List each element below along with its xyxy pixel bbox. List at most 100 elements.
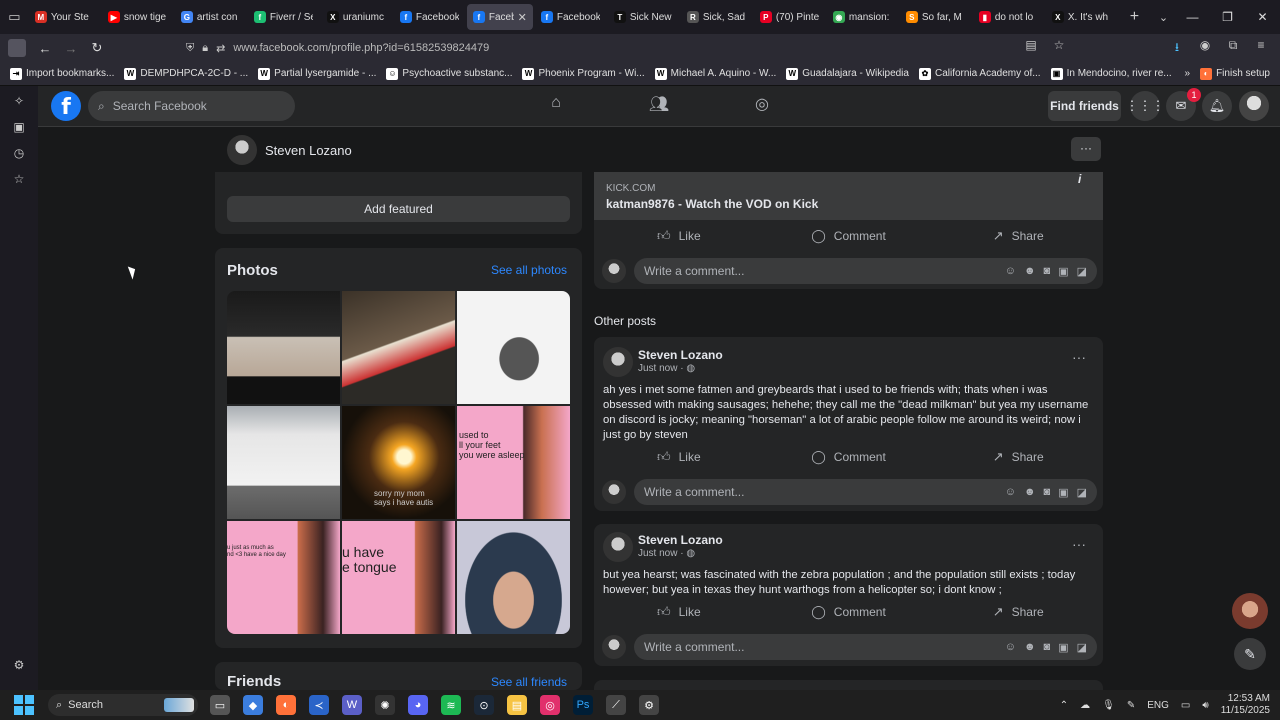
browser-tab[interactable]: R Sick, Sad: [681, 4, 752, 30]
comment-button[interactable]: ◯ Comment: [764, 445, 934, 469]
camera-icon[interactable]: ◙: [1044, 641, 1051, 654]
app-icon[interactable]: ⟋: [606, 695, 626, 715]
instagram-icon[interactable]: ◎: [540, 695, 560, 715]
account-avatar[interactable]: [1239, 91, 1269, 121]
reader-view-icon[interactable]: ▤: [1022, 38, 1040, 59]
synced-tabs-icon[interactable]: ▣: [11, 120, 27, 136]
comment-button[interactable]: ◯ Comment: [764, 600, 934, 624]
tab-overview-icon[interactable]: ▭: [0, 0, 29, 34]
ai-chatbot-icon[interactable]: ✧: [11, 94, 27, 110]
chatgpt-icon[interactable]: ✺: [375, 695, 395, 715]
search-input[interactable]: ⌕ Search Facebook: [88, 91, 295, 121]
file-explorer-icon[interactable]: ▤: [507, 695, 527, 715]
bookmark-star-icon[interactable]: ☆: [1050, 38, 1068, 59]
tray-overflow-icon[interactable]: ⌃: [1060, 700, 1068, 711]
browser-tab[interactable]: T Sick New: [608, 4, 679, 30]
gif-icon[interactable]: ▣: [1058, 641, 1068, 654]
notifications-bell-icon[interactable]: 🔔︎: [1202, 91, 1232, 121]
settings-gear-icon[interactable]: ⚙: [11, 658, 27, 674]
chat-contact-avatar[interactable]: [1232, 593, 1268, 629]
comment-input[interactable]: Write a comment... ☺ ☻ ◙ ▣ ◪: [634, 479, 1097, 505]
find-friends-button[interactable]: Find friends: [1048, 91, 1121, 121]
network-icon[interactable]: ▭: [1181, 700, 1190, 711]
sticker-icon[interactable]: ◪: [1077, 641, 1087, 654]
share-button[interactable]: ↗ Share: [933, 224, 1103, 248]
restore-button[interactable]: ❐: [1210, 10, 1245, 24]
list-tabs-button[interactable]: ⌄: [1152, 11, 1175, 24]
share-button[interactable]: ↗ Share: [933, 445, 1103, 469]
clock[interactable]: 12:53 AM 11/15/2025: [1221, 693, 1270, 717]
info-icon[interactable]: i: [1078, 172, 1081, 186]
history-icon[interactable]: ◷: [11, 146, 27, 162]
bookmark-item[interactable]: W DEMPDHPCA-2C-D - ...: [124, 67, 248, 80]
pen-icon[interactable]: ✎: [1127, 700, 1135, 711]
firefox-icon[interactable]: ◐: [276, 695, 296, 715]
photo-thumbnail[interactable]: [342, 291, 455, 404]
bookmarks-icon[interactable]: ☆: [11, 172, 27, 188]
close-tab-icon[interactable]: ✕: [518, 11, 527, 24]
comment-input[interactable]: Write a comment... ☺ ☻ ◙ ▣ ◪: [634, 258, 1097, 284]
home-icon[interactable]: ⌂: [544, 94, 568, 118]
minimize-button[interactable]: —: [1175, 10, 1210, 24]
like-button[interactable]: 👍︎ Like: [594, 445, 764, 469]
photo-thumbnail[interactable]: [227, 406, 340, 519]
bookmark-item[interactable]: W Partial lysergamide - ...: [258, 67, 376, 80]
extensions-icon[interactable]: ⧉: [1224, 38, 1242, 59]
emoji-icon[interactable]: ☻: [1024, 641, 1036, 654]
share-button[interactable]: ↗ Share: [933, 600, 1103, 624]
browser-tab[interactable]: fFacebo ✕: [466, 4, 533, 30]
word-app-icon[interactable]: W: [342, 695, 362, 715]
browser-tab[interactable]: Xuraniumc: [321, 4, 392, 30]
url-bar[interactable]: ⛨ 🔒︎ ⇄ www.facebook.com/profile.php?id=6…: [186, 36, 1022, 60]
bookmark-item[interactable]: W Guadalajara - Wikipedia: [786, 67, 909, 80]
windows-start-icon[interactable]: [14, 695, 34, 715]
permissions-icon[interactable]: ⇄: [216, 42, 225, 55]
browser-tab[interactable]: ▮ do not lo: [973, 4, 1044, 30]
groups-icon[interactable]: ◎: [750, 94, 774, 118]
language-indicator[interactable]: ENG: [1147, 700, 1169, 711]
avatar-sticker-icon[interactable]: ☺: [1005, 265, 1016, 278]
volume-icon[interactable]: 🔊︎: [1202, 700, 1208, 711]
facebook-logo-icon[interactable]: f: [51, 91, 81, 121]
discord-icon[interactable]: ◕: [408, 695, 428, 715]
reload-button[interactable]: ↻: [84, 40, 110, 56]
post-more-button[interactable]: ···: [1072, 536, 1086, 552]
browser-tab[interactable]: f Facebook: [535, 4, 606, 30]
photo-thumbnail[interactable]: used to ll your feet you were asleep: [457, 406, 570, 519]
back-button[interactable]: ←: [32, 41, 58, 56]
vpn-icon[interactable]: ◉: [1196, 38, 1214, 59]
link-title[interactable]: katman9876 - Watch the VOD on Kick: [606, 197, 818, 211]
browser-tab[interactable]: ▶ snow tige: [102, 4, 173, 30]
new-tab-button[interactable]: +: [1123, 8, 1146, 26]
sidebar-toggle-icon[interactable]: [8, 39, 26, 57]
post-author-avatar[interactable]: [603, 532, 633, 562]
photo-thumbnail[interactable]: u have e tongue: [342, 521, 455, 634]
settings-icon[interactable]: ⚙: [639, 695, 659, 715]
post-author[interactable]: Steven Lozano: [638, 348, 723, 362]
photo-thumbnail[interactable]: [227, 291, 340, 404]
browser-tab[interactable]: f Fiverr / Se: [248, 4, 319, 30]
camera-icon[interactable]: ◙: [1044, 486, 1051, 499]
bookmark-item[interactable]: W Michael A. Aquino - W...: [654, 67, 776, 80]
comment-button[interactable]: ◯ Comment: [764, 224, 934, 248]
browser-tab[interactable]: Gartist con: [175, 4, 246, 30]
profile-more-button[interactable]: ···: [1071, 137, 1101, 161]
bookmark-item[interactable]: ⇥ Import bookmarks...: [10, 67, 114, 80]
comment-input[interactable]: Write a comment... ☺ ☻ ◙ ▣ ◪: [634, 634, 1097, 660]
post-author[interactable]: Steven Lozano: [638, 533, 723, 547]
post-time[interactable]: Just now · ◍: [638, 363, 695, 374]
photo-thumbnail[interactable]: [457, 291, 570, 404]
gif-icon[interactable]: ▣: [1058, 265, 1068, 278]
emoji-icon[interactable]: ☻: [1024, 265, 1036, 278]
steam-icon[interactable]: ⊙: [474, 695, 494, 715]
browser-tab[interactable]: P (70) Pinte: [754, 4, 825, 30]
sticker-icon[interactable]: ◪: [1077, 486, 1087, 499]
downloads-icon[interactable]: ⭳: [1168, 38, 1186, 59]
forward-button[interactable]: →: [58, 41, 84, 56]
photo-thumbnail[interactable]: sorry my mom says i have autis: [342, 406, 455, 519]
gif-icon[interactable]: ▣: [1058, 486, 1068, 499]
browser-tab[interactable]: M Your Ste: [29, 4, 100, 30]
copilot-icon[interactable]: ◆: [243, 695, 263, 715]
emoji-icon[interactable]: ☻: [1024, 486, 1036, 499]
like-button[interactable]: 👍︎ Like: [594, 600, 764, 624]
